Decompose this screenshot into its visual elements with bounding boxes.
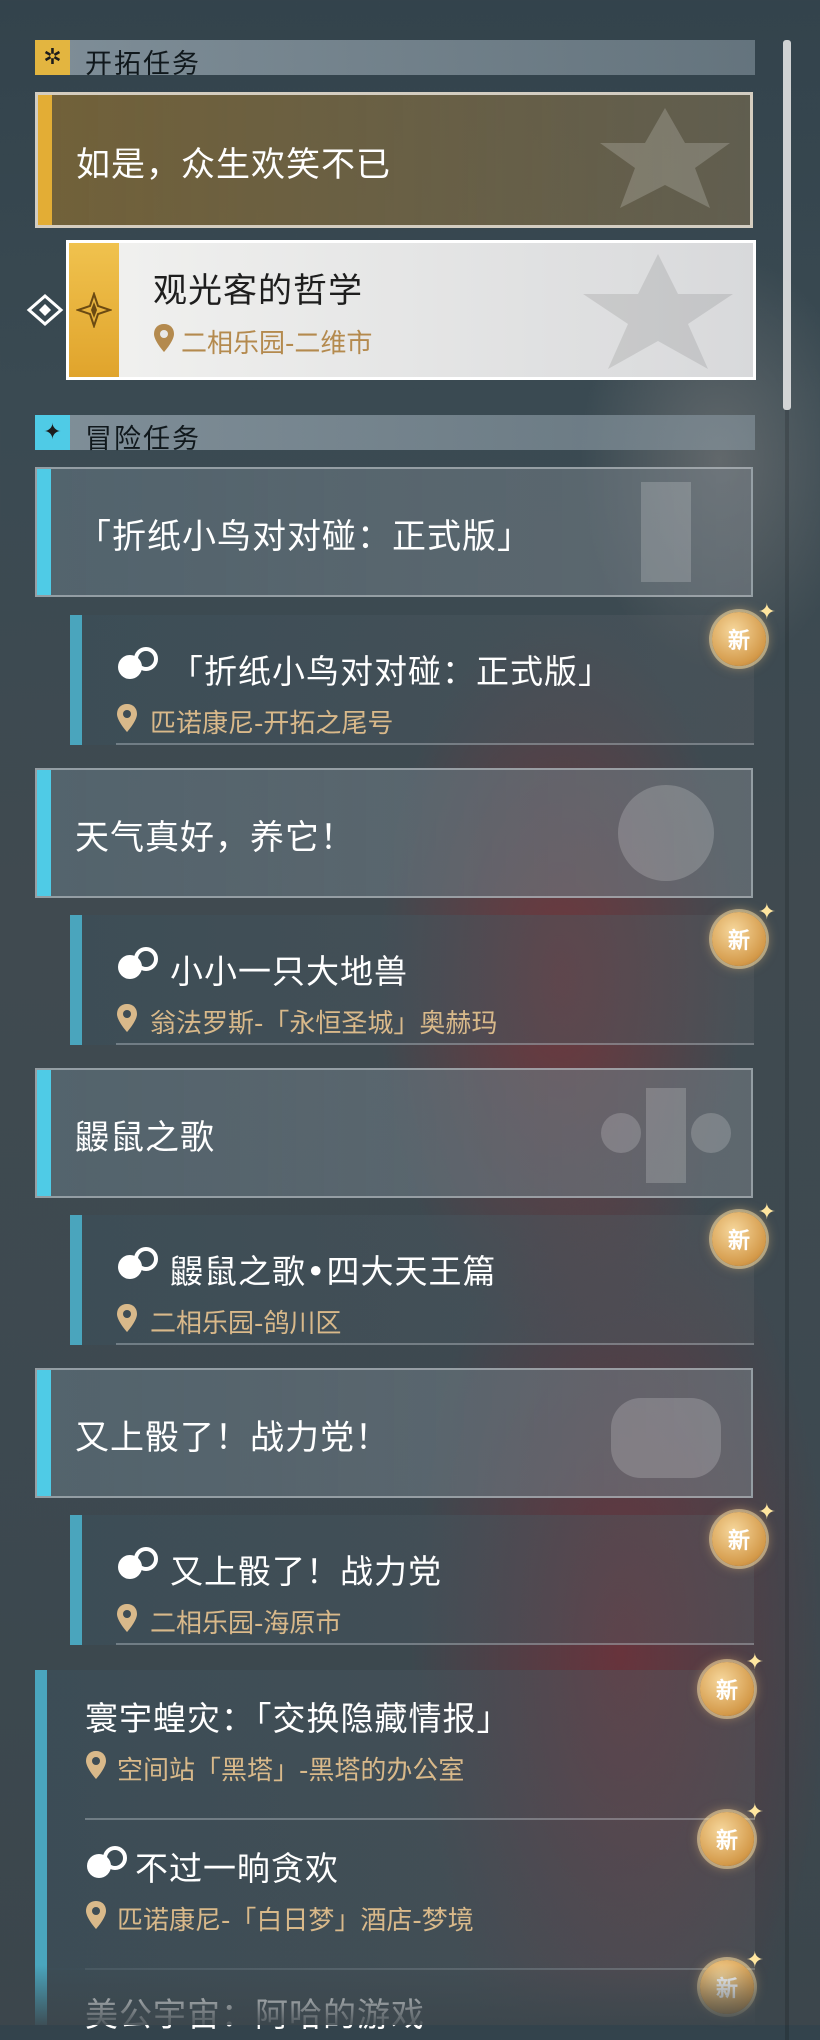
quest-location: 空间站「黑塔」-黑塔的办公室 bbox=[117, 1756, 465, 1786]
four-point-star-icon: ✦ bbox=[35, 415, 70, 450]
quest-group-trailblaze[interactable]: 如是，众生欢笑不已 bbox=[35, 92, 753, 228]
location-pin-icon bbox=[86, 1901, 106, 1929]
companion-quest-icon bbox=[118, 947, 158, 979]
companion-quest-icon bbox=[118, 1247, 158, 1279]
location-pin-icon bbox=[117, 704, 137, 732]
quest-item[interactable]: 鼹鼠之歌•四大天王篇 二相乐园-鸽川区 bbox=[70, 1215, 754, 1345]
group-emblem-icon bbox=[600, 108, 730, 208]
new-badge: 新 bbox=[712, 900, 776, 966]
selected-arrow-icon bbox=[26, 294, 64, 326]
quest-item-active[interactable]: 观光客的哲学 二相乐园-二维市 bbox=[66, 240, 756, 380]
location-pin-icon bbox=[117, 1604, 137, 1632]
location-pin-icon bbox=[154, 324, 174, 352]
new-badge: 新 bbox=[712, 1500, 776, 1566]
quest-title: 「折纸小鸟对对碰：正式版」 bbox=[170, 652, 612, 691]
location-pin-icon bbox=[86, 1751, 106, 1779]
quest-location: 二相乐园-鸽川区 bbox=[150, 1309, 342, 1339]
quest-group[interactable]: 又上骰了！战力党！ bbox=[35, 1368, 753, 1498]
group-title: 鼹鼠之歌 bbox=[75, 1118, 215, 1158]
group-accent-stripe bbox=[38, 95, 52, 225]
active-quest-tab bbox=[69, 243, 119, 377]
scrollbar-thumb[interactable] bbox=[783, 40, 791, 410]
group-title: 又上骰了！战力党！ bbox=[75, 1418, 390, 1458]
group-emblem-icon bbox=[618, 785, 714, 881]
section-header-trailblaze: ✲ 开拓任务 bbox=[35, 40, 755, 80]
trailblaze-star-icon bbox=[76, 292, 112, 328]
group-accent-stripe bbox=[37, 1070, 51, 1196]
group-emblem-icon bbox=[583, 254, 733, 369]
quest-accent-stripe bbox=[70, 1515, 82, 1645]
compass-star-icon: ✲ bbox=[35, 40, 70, 75]
quest-group[interactable]: 鼹鼠之歌 bbox=[35, 1068, 753, 1198]
quest-location: 匹诺康尼-「白日梦」酒店-梦境 bbox=[117, 1906, 474, 1936]
quest-item[interactable]: 「折纸小鸟对对碰：正式版」 匹诺康尼-开拓之尾号 bbox=[70, 615, 754, 745]
quest-location: 匹诺康尼-开拓之尾号 bbox=[150, 709, 394, 739]
section-title: 开拓任务 bbox=[85, 49, 201, 80]
quest-title: 不过一晌贪欢 bbox=[135, 1849, 339, 1888]
companion-quest-icon bbox=[118, 647, 158, 679]
group-emblem-icon bbox=[641, 482, 691, 582]
companion-quest-icon bbox=[87, 1846, 127, 1878]
section-title: 冒险任务 bbox=[85, 424, 201, 455]
group-accent-stripe bbox=[37, 1370, 51, 1496]
quest-item[interactable]: 又上骰了！战力党 二相乐园-海原市 bbox=[70, 1515, 754, 1645]
new-badge: 新 bbox=[700, 1800, 764, 1866]
quest-title: 鼹鼠之歌•四大天王篇 bbox=[170, 1252, 497, 1291]
quest-accent-stripe bbox=[35, 1820, 47, 1970]
row-divider bbox=[116, 1343, 754, 1345]
quest-location: 二相乐园-二维市 bbox=[181, 329, 373, 359]
quest-title: 寰宇蝗灾：「交换隐藏情报」 bbox=[85, 1699, 511, 1738]
section-header-adventure: ✦ 冒险任务 bbox=[35, 415, 755, 455]
quest-location: 翁法罗斯-「永恒圣城」奥赫玛 bbox=[150, 1009, 498, 1039]
group-title: 天气真好，养它！ bbox=[75, 818, 355, 858]
quest-title: 观光客的哲学 bbox=[153, 271, 363, 311]
quest-accent-stripe bbox=[70, 615, 82, 745]
group-emblem-icon bbox=[611, 1398, 721, 1478]
new-badge: 新 bbox=[712, 600, 776, 666]
companion-quest-icon bbox=[118, 1547, 158, 1579]
quest-item[interactable]: 不过一晌贪欢 匹诺康尼-「白日梦」酒店-梦境 bbox=[35, 1820, 755, 1970]
bottom-fade bbox=[0, 1965, 820, 2025]
group-emblem-icon bbox=[601, 1088, 731, 1183]
group-title: 「折纸小鸟对对碰：正式版」 bbox=[77, 517, 532, 557]
row-divider bbox=[116, 743, 754, 745]
quest-group[interactable]: 天气真好，养它！ bbox=[35, 768, 753, 898]
row-divider bbox=[116, 1643, 754, 1645]
quest-accent-stripe bbox=[70, 915, 82, 1045]
quest-title: 小小一只大地兽 bbox=[170, 952, 408, 991]
location-pin-icon bbox=[117, 1304, 137, 1332]
group-accent-stripe bbox=[37, 770, 51, 896]
quest-location: 二相乐园-海原市 bbox=[150, 1609, 342, 1639]
quest-group[interactable]: 「折纸小鸟对对碰：正式版」 bbox=[35, 467, 753, 597]
quest-accent-stripe bbox=[35, 1670, 47, 1820]
quest-title: 又上骰了！战力党 bbox=[170, 1552, 442, 1591]
location-pin-icon bbox=[117, 1004, 137, 1032]
new-badge: 新 bbox=[700, 1650, 764, 1716]
scrollbar-track[interactable] bbox=[785, 410, 789, 2040]
row-divider bbox=[116, 1043, 754, 1045]
quest-item[interactable]: 小小一只大地兽 翁法罗斯-「永恒圣城」奥赫玛 bbox=[70, 915, 754, 1045]
group-title: 如是，众生欢笑不已 bbox=[76, 145, 391, 185]
new-badge: 新 bbox=[712, 1200, 776, 1266]
quest-item[interactable]: 寰宇蝗灾：「交换隐藏情报」 空间站「黑塔」-黑塔的办公室 bbox=[35, 1670, 755, 1820]
group-accent-stripe bbox=[37, 469, 51, 595]
quest-accent-stripe bbox=[70, 1215, 82, 1345]
